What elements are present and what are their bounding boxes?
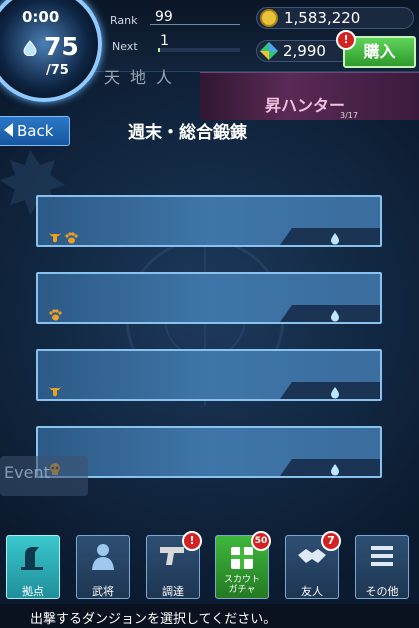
grade-badge (317, 198, 349, 228)
grade-badge (317, 429, 349, 459)
coin-amount: 1,583,220 (284, 9, 361, 27)
buy-alert-badge: ! (336, 30, 356, 50)
tenchijin-emblem: 天地人 (104, 68, 183, 87)
ox-icon (48, 230, 62, 249)
exp-progress-bar (158, 48, 240, 52)
grade-badge (317, 275, 349, 305)
banner-date: 3/17 (340, 111, 358, 120)
back-arrow-icon (4, 123, 13, 137)
nav-badge: 50 (251, 531, 271, 551)
nav-label: その他 (365, 585, 399, 598)
gem-amount: 2,990 (283, 42, 326, 60)
rank-label: Rank (110, 14, 138, 27)
stamina-drop-icon (330, 230, 340, 249)
gem-icon (260, 42, 278, 60)
back-label: Back (17, 122, 54, 140)
coin-icon (260, 9, 278, 27)
enemy-type-icons (48, 384, 64, 398)
footer-hint-text: 出撃するダンジョンを選択してください。 (30, 612, 277, 627)
stamina-drop-icon (23, 40, 37, 56)
stamina-current: 75 (44, 32, 79, 61)
next-value: 1 (160, 33, 169, 49)
stamina-max: /75 (46, 63, 69, 78)
rank-underline (150, 24, 240, 25)
base-icon (6, 541, 60, 575)
exp-progress-fill (158, 48, 161, 52)
nav-label: スカウト ガチャ (223, 575, 260, 595)
nav-label: 武将 (92, 585, 114, 598)
page-title: 週末・総合鍛錬 (128, 123, 247, 143)
enemy-type-icons (48, 307, 64, 321)
paw-icon (48, 307, 62, 326)
menu-icon (355, 541, 409, 575)
stamina-drop-icon (330, 461, 340, 480)
next-label: Next (112, 40, 138, 53)
nav-badge: 7 (321, 531, 341, 551)
paw-icon (64, 230, 78, 249)
difficulty-row[interactable] (36, 272, 382, 324)
difficulty-row[interactable] (36, 195, 382, 247)
stamina-timer: 0:00 (22, 8, 60, 26)
nav-label: 調達 (162, 585, 184, 598)
stamina-drop-icon (330, 384, 340, 403)
nav-badge: ! (182, 531, 202, 551)
enemy-type-icons (48, 230, 80, 244)
difficulty-row[interactable] (36, 349, 382, 401)
stamina-drop-icon (330, 307, 340, 326)
nav-label: 友人 (301, 585, 323, 598)
event-tab-label: Event (4, 463, 50, 482)
nav-label: 拠点 (22, 585, 44, 598)
ox-icon (48, 384, 62, 403)
banner-title: 昇ハンター (265, 96, 346, 115)
grade-badge (317, 352, 349, 382)
general-icon (76, 541, 130, 575)
rank-value: 99 (155, 9, 173, 25)
